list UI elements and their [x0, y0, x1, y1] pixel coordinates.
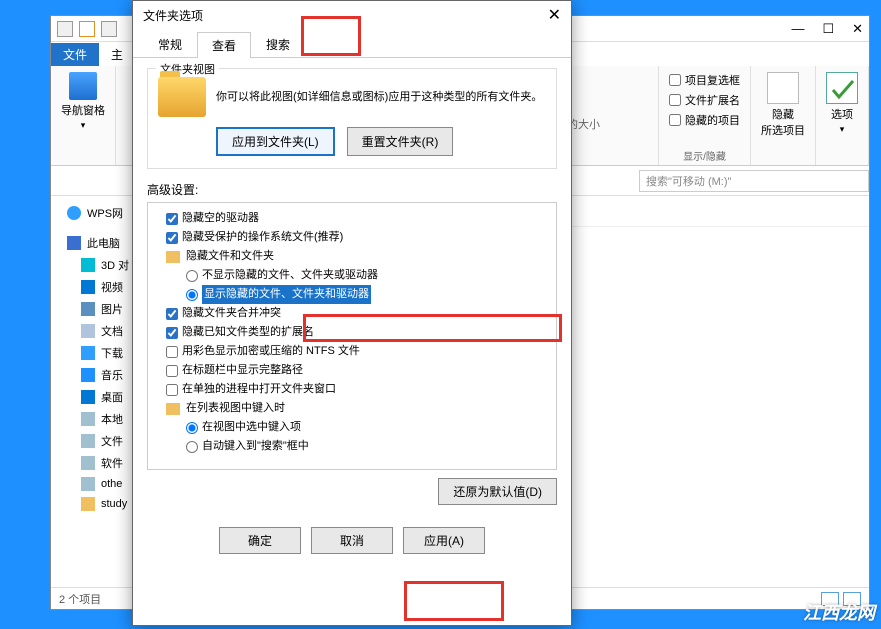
- tree-auto-type-search[interactable]: 自动键入到"搜索"框中: [152, 437, 552, 456]
- tree-list-view-type[interactable]: 在列表视图中键入时: [152, 399, 552, 418]
- ribbon-group-options: 选项 ▾: [816, 66, 869, 165]
- desktop-icon: [81, 390, 95, 404]
- cancel-button[interactable]: 取消: [311, 527, 393, 554]
- tree-show-full-path[interactable]: 在标题栏中显示完整路径: [152, 361, 552, 380]
- hide-selected-button[interactable]: 隐藏 所选项目: [761, 72, 805, 138]
- qat-icon-2[interactable]: [79, 21, 95, 37]
- disk-icon: [81, 456, 95, 470]
- folder-icon: [166, 403, 180, 415]
- pc-icon: [67, 236, 81, 250]
- video-icon: [81, 280, 95, 294]
- disk-icon: [81, 477, 95, 491]
- nav-pane-label: 导航窗格: [61, 102, 105, 118]
- ribbon-group-navpane: 导航窗格 ▾: [51, 66, 116, 165]
- advanced-settings-label: 高级设置:: [147, 181, 557, 198]
- tree-show-hidden[interactable]: 显示隐藏的文件、文件夹和驱动器: [152, 285, 552, 304]
- ribbon-tab-file[interactable]: 文件: [51, 43, 99, 66]
- tree-select-typed[interactable]: 在视图中选中键入项: [152, 418, 552, 437]
- dialog-titlebar: 文件夹选项 ✕: [133, 1, 571, 29]
- check-item-checkbox[interactable]: 项目复选框: [669, 72, 740, 88]
- folder-views-group: 文件夹视图 你可以将此视图(如详细信息或图标)应用于这种类型的所有文件夹。 应用…: [147, 68, 557, 169]
- disk-icon: [81, 412, 95, 426]
- nav-pane-icon: [69, 72, 97, 100]
- disk-icon: [81, 434, 95, 448]
- folder-icon: [81, 497, 95, 511]
- tree-hide-empty-drives[interactable]: 隐藏空的驱动器: [152, 209, 552, 228]
- tree-separate-process[interactable]: 在单独的进程中打开文件夹窗口: [152, 380, 552, 399]
- options-icon: [826, 72, 858, 104]
- folder-views-text: 你可以将此视图(如详细信息或图标)应用于这种类型的所有文件夹。: [216, 89, 546, 105]
- ribbon-group-showhide: 项目复选框 文件扩展名 隐藏的项目 显示/隐藏: [659, 66, 751, 165]
- nav-pane-button[interactable]: 导航窗格 ▾: [61, 72, 105, 131]
- search-input[interactable]: 搜索"可移动 (M:)": [639, 170, 869, 192]
- watermark: 江西龙网: [803, 599, 875, 625]
- tab-search[interactable]: 搜索: [251, 31, 305, 57]
- dialog-tabs: 常规 查看 搜索: [133, 31, 571, 58]
- tab-general[interactable]: 常规: [143, 31, 197, 57]
- check-file-ext[interactable]: 文件扩展名: [669, 92, 740, 108]
- 3d-icon: [81, 258, 95, 272]
- folder-icon: [158, 77, 206, 117]
- tree-color-ntfs[interactable]: 用彩色显示加密或压缩的 NTFS 文件: [152, 342, 552, 361]
- tree-hide-known-ext[interactable]: 隐藏已知文件类型的扩展名: [152, 323, 552, 342]
- options-button[interactable]: 选项 ▾: [826, 72, 858, 135]
- folder-options-dialog: 文件夹选项 ✕ 常规 查看 搜索 文件夹视图 你可以将此视图(如详细信息或图标)…: [132, 0, 572, 626]
- hide-selected-icon: [767, 72, 799, 104]
- dialog-close-button[interactable]: ✕: [548, 5, 561, 25]
- chevron-down-icon: ▾: [840, 124, 845, 135]
- picture-icon: [81, 302, 95, 316]
- ok-button[interactable]: 确定: [219, 527, 301, 554]
- cloud-icon: [67, 206, 81, 220]
- download-icon: [81, 346, 95, 360]
- tree-dont-show-hidden[interactable]: 不显示隐藏的文件、文件夹或驱动器: [152, 266, 552, 285]
- qat-icon-3[interactable]: [101, 21, 117, 37]
- tree-hidden-files-folder[interactable]: 隐藏文件和文件夹: [152, 247, 552, 266]
- apply-button[interactable]: 应用(A): [403, 527, 485, 554]
- check-hidden-items[interactable]: 隐藏的项目: [669, 112, 740, 128]
- tree-hide-protected-os[interactable]: 隐藏受保护的操作系统文件(推荐): [152, 228, 552, 247]
- search-placeholder-text: 搜索"可移动 (M:)": [646, 173, 731, 189]
- reset-folders-button[interactable]: 重置文件夹(R): [347, 127, 454, 156]
- folder-icon: [166, 251, 180, 263]
- minimize-icon[interactable]: —: [791, 21, 804, 37]
- apply-to-folders-button[interactable]: 应用到文件夹(L): [216, 127, 335, 156]
- music-icon: [81, 368, 95, 382]
- ribbon-group-hidesel: 隐藏 所选项目: [751, 66, 816, 165]
- tree-hide-merge-conflict[interactable]: 隐藏文件夹合并冲突: [152, 304, 552, 323]
- advanced-settings-tree[interactable]: 隐藏空的驱动器 隐藏受保护的操作系统文件(推荐) 隐藏文件和文件夹 不显示隐藏的…: [147, 202, 557, 470]
- tab-view[interactable]: 查看: [197, 32, 251, 58]
- annotation-highlight-ok: [404, 581, 504, 621]
- close-icon[interactable]: ✕: [852, 21, 863, 37]
- show-hide-group-label: 显示/隐藏: [683, 148, 726, 163]
- document-icon: [81, 324, 95, 338]
- dialog-title: 文件夹选项: [143, 7, 203, 24]
- ribbon-tab-main[interactable]: 主: [99, 43, 135, 66]
- status-text: 2 个项目: [59, 591, 101, 607]
- maximize-icon[interactable]: ☐: [822, 21, 834, 37]
- restore-defaults-button[interactable]: 还原为默认值(D): [438, 478, 557, 505]
- chevron-down-icon: ▾: [81, 120, 86, 131]
- qat-icon-1[interactable]: [57, 21, 73, 37]
